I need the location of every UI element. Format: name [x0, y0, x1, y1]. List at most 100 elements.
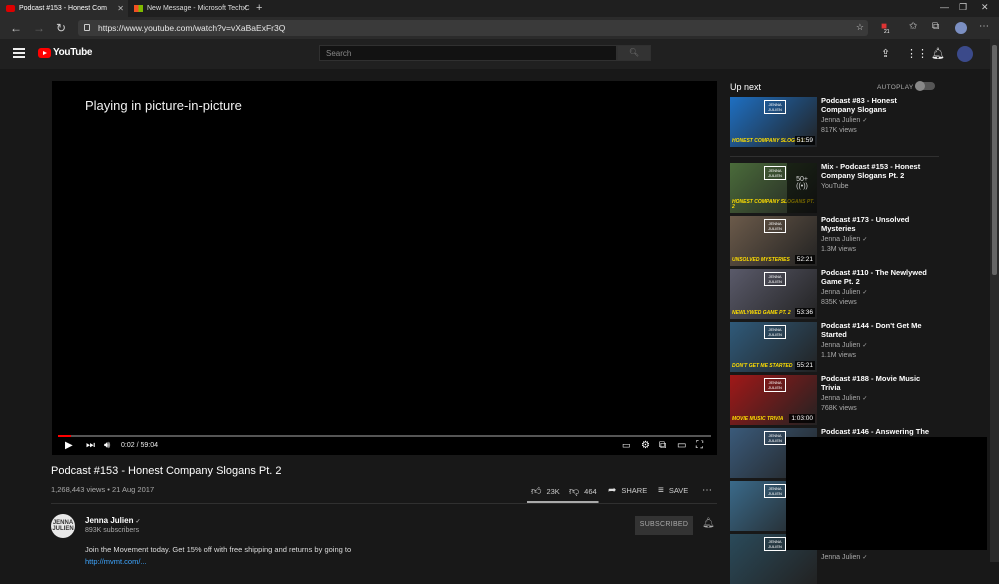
channel-name[interactable]: Jenna Julien ✓ — [85, 516, 141, 525]
recommended-title[interactable]: Podcast #188 - Movie Music Trivia — [821, 374, 931, 392]
recommended-title[interactable]: Podcast #173 - Unsolved Mysteries — [821, 215, 931, 233]
search-icon: 🔍︎ — [628, 48, 640, 57]
progress-bar[interactable] — [58, 435, 711, 437]
duration-badge: 1:03:00 — [789, 414, 815, 423]
new-tab-icon[interactable]: + — [256, 2, 262, 14]
tab-title: New Message - Microsoft Tech C — [147, 5, 250, 12]
recommended-video[interactable]: JENNA JULIEN MOVIE MUSIC TRIVIA 1:03:00 Podc… — [730, 374, 990, 425]
miniplayer-icon[interactable]: ⧉ — [659, 440, 666, 451]
notifications-bell-icon[interactable]: 🔔︎ — [931, 47, 945, 60]
recommended-title[interactable]: Podcast #110 - The Newlywed Game Pt. 2 — [821, 268, 931, 286]
upload-icon[interactable]: ⇪ — [881, 47, 890, 60]
url-field[interactable]: https://www.youtube.com/watch?v=vXaBaExF… — [78, 20, 868, 36]
recommended-views: 768K views — [821, 405, 857, 412]
settings-icon[interactable]: ⚙ — [641, 440, 650, 451]
maximize-icon[interactable]: ❐ — [959, 2, 967, 13]
channel-logo-badge: JENNA JULIEN — [764, 378, 786, 392]
recommended-channel-text: Jenna Julien — [821, 395, 861, 402]
favorite-star-icon[interactable]: ☆ — [856, 22, 864, 33]
recommended-title[interactable]: Podcast #144 - Don't Get Me Started — [821, 321, 931, 339]
mix-overlay: 50+ ((•)) — [787, 163, 817, 213]
theater-mode-icon[interactable]: ▭ — [677, 440, 686, 451]
youtube-logo[interactable]: YouTube — [38, 47, 93, 58]
pip-message: Playing in picture-in-picture — [85, 98, 242, 113]
next-icon[interactable]: ⏭ — [86, 440, 95, 451]
video-views-date: 1,268,443 views • 21 Aug 2017 — [51, 485, 155, 494]
video-thumbnail[interactable]: JENNA JULIEN DON'T GET ME STARTED 55:21 — [730, 322, 817, 372]
search-input[interactable]: Search — [319, 45, 617, 61]
recommended-video[interactable]: JENNA JULIEN NEWLYWED GAME PT. 2 53:36 Podca… — [730, 268, 990, 319]
notification-count: 21 — [884, 29, 890, 35]
share-icon: ➦ — [608, 485, 617, 496]
forward-icon[interactable]: → — [33, 21, 45, 35]
verified-icon: ✓ — [862, 555, 868, 561]
minimize-icon[interactable]: — — [940, 2, 949, 12]
close-window-icon[interactable]: ✕ — [981, 2, 989, 13]
duration-badge: 53:36 — [794, 308, 815, 317]
recommended-channel-text: Jenna Julien — [821, 342, 861, 349]
recommended-channel: YouTube — [821, 183, 849, 190]
picture-in-picture-window[interactable] — [786, 437, 987, 550]
recommended-title[interactable]: Podcast #83 - Honest Company Slogans — [821, 96, 931, 114]
recommended-title[interactable]: Podcast #146 - Answering The — [821, 427, 931, 437]
channel-avatar[interactable]: JENNA JULIEN — [51, 514, 75, 538]
subscribe-button[interactable]: SUBSCRIBED — [635, 516, 693, 535]
profile-avatar[interactable] — [955, 22, 967, 34]
tab-new-message[interactable]: New Message - Microsoft Tech C ✕ — [128, 0, 252, 17]
tab-podcast[interactable]: Podcast #153 - Honest Com ✕ — [0, 0, 128, 17]
favorites-icon[interactable]: ✩ — [909, 21, 917, 32]
video-player[interactable]: Playing in picture-in-picture ▶ ⏭ 🔊︎ 0:0… — [52, 81, 717, 455]
video-thumbnail[interactable]: JENNA JULIEN UNSOLVED MYSTERIES 52:21 — [730, 216, 817, 266]
hamburger-menu-icon[interactable] — [13, 48, 25, 58]
recommended-channel-text: Jenna Julien — [821, 117, 861, 124]
recommended-video[interactable]: JENNA JULIEN HONEST COMPANY SLOGANS PT. 25… — [730, 162, 990, 213]
channel-logo-badge: JENNA JULIEN — [764, 272, 786, 286]
recommended-video[interactable]: JENNA JULIEN UNSOLVED MYSTERIES 52:21 Podcas… — [730, 215, 990, 266]
notification-bell-icon[interactable]: 🔔︎ — [702, 518, 715, 529]
like-count: 23K — [546, 486, 560, 496]
verified-icon: ✓ — [862, 118, 868, 124]
like-button[interactable]: 👍︎ 23K — [531, 485, 560, 497]
video-thumbnail[interactable]: JENNA JULIEN NEWLYWED GAME PT. 2 53:36 — [730, 269, 817, 319]
back-icon[interactable]: ← — [10, 21, 22, 35]
recommended-title[interactable]: Mix - Podcast #153 - Honest Company Slog… — [821, 162, 931, 180]
close-tab-icon[interactable]: ✕ — [117, 4, 124, 13]
search-button[interactable]: 🔍︎ — [617, 45, 651, 61]
verified-icon: ✓ — [862, 290, 868, 296]
verified-icon: ✓ — [862, 343, 868, 349]
dislike-button[interactable]: 👎︎ 464 — [569, 485, 597, 497]
play-icon[interactable]: ▶ — [65, 440, 73, 451]
recommended-views: 817K views — [821, 127, 857, 134]
volume-icon[interactable]: 🔊︎ — [104, 440, 110, 451]
video-thumbnail[interactable]: JENNA JULIEN HONEST COMPANY SLOGANS 51:59 — [730, 97, 817, 147]
share-button[interactable]: ➦ SHARE — [608, 485, 647, 496]
scrollbar-thumb[interactable] — [992, 45, 997, 275]
recommended-views: 835K views — [821, 299, 857, 306]
apps-grid-icon[interactable]: ⋮⋮ — [906, 47, 928, 60]
recommended-channel: Jenna Julien ✓ — [821, 117, 867, 124]
time-display: 0:02 / 59:04 — [121, 442, 158, 449]
close-tab-icon[interactable]: ✕ — [241, 4, 248, 13]
video-thumbnail[interactable]: JENNA JULIEN MOVIE MUSIC TRIVIA 1:03:00 — [730, 375, 817, 425]
more-options-icon[interactable]: ⋯ — [979, 21, 989, 32]
progress-fill — [58, 435, 72, 437]
recommended-video[interactable]: JENNA JULIEN DON'T GET ME STARTED 55:21 Podc… — [730, 321, 990, 372]
channel-logo-badge: JENNA JULIEN — [764, 537, 786, 551]
account-avatar[interactable] — [957, 46, 973, 62]
share-label: SHARE — [621, 486, 648, 495]
save-button[interactable]: ≡ SAVE — [658, 485, 688, 496]
recommended-channel-text: Jenna Julien — [821, 289, 861, 296]
autoplay-toggle[interactable] — [915, 81, 935, 91]
recommended-channel-text: YouTube — [821, 183, 849, 190]
refresh-icon[interactable]: ↻ — [56, 21, 66, 35]
subtitles-icon[interactable]: ▭ — [622, 440, 631, 451]
save-label: SAVE — [668, 486, 689, 495]
fullscreen-icon[interactable]: ⛶ — [696, 440, 703, 451]
more-actions-button[interactable]: ⋯ — [702, 485, 717, 496]
logo-text: YouTube — [53, 47, 93, 58]
video-thumbnail[interactable]: JENNA JULIEN HONEST COMPANY SLOGANS PT. 25… — [730, 163, 817, 213]
up-next-divider — [730, 156, 939, 157]
more-horizontal-icon: ⋯ — [702, 485, 712, 496]
collections-icon[interactable]: ⧉ — [932, 21, 939, 32]
recommended-video[interactable]: JENNA JULIEN HONEST COMPANY SLOGANS 51:59 Po… — [730, 96, 990, 147]
